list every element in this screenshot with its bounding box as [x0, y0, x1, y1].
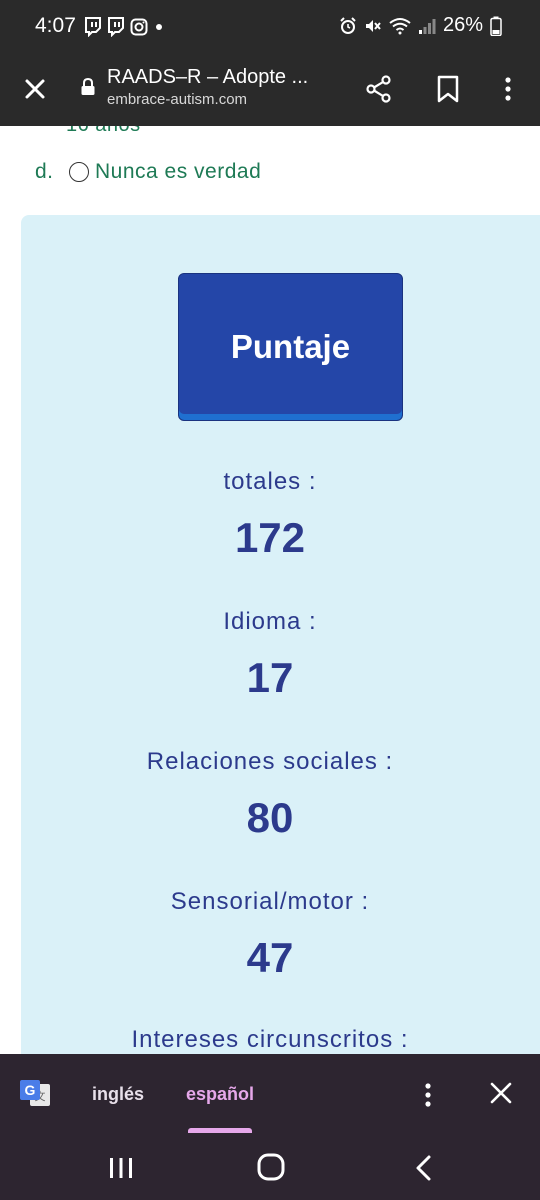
battery-percentage: 26%	[442, 14, 483, 36]
close-translate-icon[interactable]	[488, 1080, 514, 1106]
score-label: Idioma :	[223, 608, 317, 635]
score-label: Intereses circunscritos :	[131, 1026, 409, 1053]
answer-option-d[interactable]: d. Nunca es verdad	[35, 160, 261, 184]
selected-language-indicator	[188, 1128, 252, 1133]
instagram-icon	[130, 18, 148, 36]
system-icons: 26%	[339, 14, 502, 37]
share-icon[interactable]	[364, 74, 394, 104]
score-value: 17	[246, 654, 294, 701]
option-letter: d.	[35, 160, 54, 183]
score-label: Sensorial/motor :	[170, 888, 370, 915]
page-content: 16 años d. Nunca es verdad Puntaje total…	[0, 126, 540, 1054]
language-english-tab[interactable]: inglés	[92, 1084, 144, 1105]
mute-icon	[365, 19, 381, 32]
page-title: RAADS–R – Adopte ...	[107, 66, 309, 88]
radio-button[interactable]	[69, 162, 89, 182]
status-time: 4:07	[35, 14, 76, 37]
battery-icon	[490, 16, 502, 36]
back-icon[interactable]	[412, 1154, 434, 1182]
svg-text:G: G	[25, 1082, 36, 1098]
twitch-icon	[85, 17, 101, 37]
lock-icon	[81, 78, 95, 95]
browser-toolbar: RAADS–R – Adopte ... embrace-autism.com	[0, 54, 540, 126]
signal-icon	[418, 18, 436, 34]
language-spanish-tab[interactable]: español	[186, 1084, 254, 1105]
wifi-icon	[389, 17, 411, 34]
score-circumscribed-interests: Intereses circunscritos :	[0, 1026, 540, 1054]
system-navigation-bar	[0, 1134, 540, 1200]
recent-apps-icon[interactable]	[107, 1156, 135, 1180]
status-bar: 4:07 26%	[0, 0, 540, 54]
home-icon[interactable]	[256, 1152, 286, 1182]
option-label: Nunca es verdad	[95, 160, 262, 183]
score-button[interactable]: Puntaje	[178, 273, 403, 421]
alarm-icon	[340, 16, 356, 34]
close-tab-icon[interactable]	[18, 72, 52, 106]
more-notifications-dot-icon	[156, 24, 162, 30]
score-label: Relaciones sociales :	[146, 748, 394, 775]
translate-options-icon[interactable]	[418, 1080, 438, 1110]
score-sensory-motor: Sensorial/motor : 47	[0, 888, 540, 982]
google-translate-icon: 文 G	[20, 1080, 50, 1106]
notification-icons	[84, 16, 165, 38]
bookmark-icon[interactable]	[436, 74, 460, 104]
score-label: totales :	[223, 468, 317, 495]
translate-bar: 文 G inglés español	[0, 1054, 540, 1134]
score-value: 80	[246, 794, 294, 841]
twitch-icon	[108, 17, 124, 37]
previous-option-text: 16 años	[66, 126, 141, 137]
score-social: Relaciones sociales : 80	[0, 748, 540, 842]
score-total: totales : 172	[0, 468, 540, 562]
score-language: Idioma : 17	[0, 608, 540, 702]
score-value: 47	[246, 934, 294, 981]
page-url: embrace-autism.com	[107, 91, 248, 108]
address-bar[interactable]: RAADS–R – Adopte ... embrace-autism.com	[107, 64, 347, 110]
score-value: 172	[234, 514, 306, 561]
more-options-icon[interactable]	[498, 74, 518, 104]
